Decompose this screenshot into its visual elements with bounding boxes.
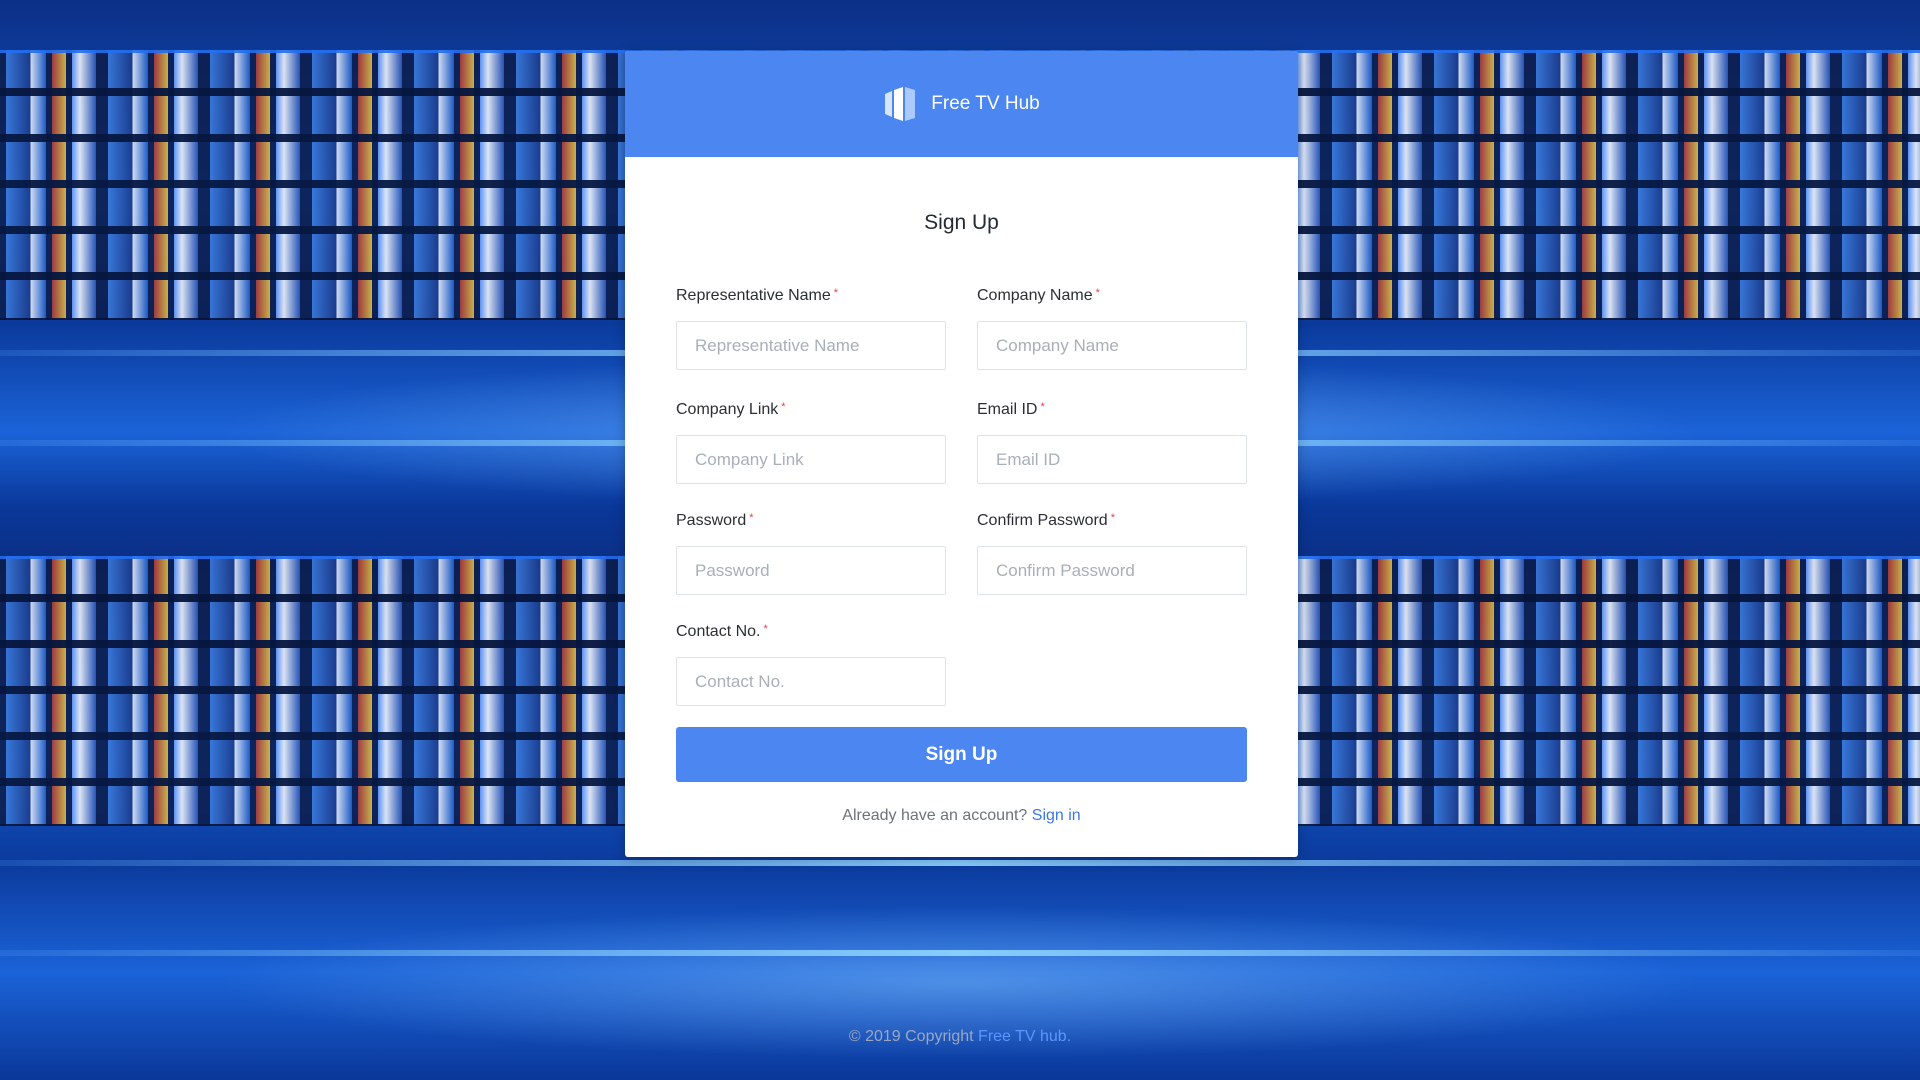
contact-no-input[interactable] — [676, 657, 946, 706]
confirm-password-group: Confirm Password * — [977, 510, 1247, 595]
signup-card: Free TV Hub Sign Up Representative Name *… — [625, 51, 1298, 857]
representative-name-group: Representative Name * — [676, 285, 946, 370]
signin-prompt-text: Already have an account? — [842, 807, 1028, 824]
password-label: Password * — [676, 510, 946, 532]
contact-no-group: Contact No. * — [676, 621, 946, 706]
required-marker: * — [763, 623, 768, 635]
representative-name-label-text: Representative Name — [676, 287, 831, 304]
confirm-password-input[interactable] — [977, 546, 1247, 595]
sign-in-link[interactable]: Sign in — [1032, 807, 1081, 824]
tv-panels-icon — [885, 87, 916, 121]
light-streak-bottom — [0, 950, 1920, 956]
required-marker: * — [781, 401, 786, 413]
contact-no-label: Contact No. * — [676, 621, 946, 643]
footer-brand-link[interactable]: Free TV hub. — [978, 1028, 1071, 1045]
confirm-password-label: Confirm Password * — [977, 510, 1247, 532]
required-marker: * — [749, 512, 754, 524]
company-link-label-text: Company Link — [676, 401, 779, 418]
required-marker: * — [1095, 287, 1100, 299]
signup-form-grid: Representative Name* Company Name* Compa… — [676, 285, 1247, 732]
footer: © 2019 Copyright Free TV hub. — [0, 1028, 1920, 1046]
brand-name: Free TV Hub — [931, 93, 1040, 114]
email-id-group: Email ID * — [977, 399, 1247, 484]
form-title: Sign Up — [924, 211, 999, 234]
required-marker: * — [1110, 512, 1115, 524]
company-name-group: Company Name * — [977, 285, 1247, 370]
copyright-text: © 2019 Copyright — [848, 1028, 974, 1045]
sign-up-button[interactable]: Sign Up — [676, 727, 1247, 782]
light-streak-lower — [0, 860, 1920, 866]
company-name-input[interactable] — [977, 321, 1247, 370]
card-header: Free TV Hub — [625, 51, 1298, 157]
confirm-password-label-text: Confirm Password — [977, 512, 1108, 529]
required-marker: * — [1040, 401, 1045, 413]
email-id-label: Email ID * — [977, 399, 1247, 421]
card-body: Sign Up Representative Name* Company Nam… — [625, 211, 1298, 825]
required-marker: * — [833, 287, 839, 299]
company-link-label: Company Link * — [676, 399, 946, 421]
company-name-label: Company Name * — [977, 285, 1247, 307]
company-link-input[interactable] — [676, 435, 946, 484]
password-input[interactable] — [676, 546, 946, 595]
signin-prompt-row: Already have an account? Sign in — [676, 807, 1247, 825]
contact-no-label-text: Contact No. — [676, 623, 761, 640]
email-id-label-text: Email ID — [977, 401, 1038, 418]
representative-name-input[interactable] — [676, 321, 946, 370]
company-name-label-text: Company Name — [977, 287, 1093, 304]
password-group: Password * — [676, 510, 946, 595]
representative-name-label: Representative Name * — [676, 285, 946, 307]
company-link-group: Company Link * — [676, 399, 946, 484]
password-label-text: Password — [676, 512, 747, 529]
email-id-input[interactable] — [977, 435, 1247, 484]
